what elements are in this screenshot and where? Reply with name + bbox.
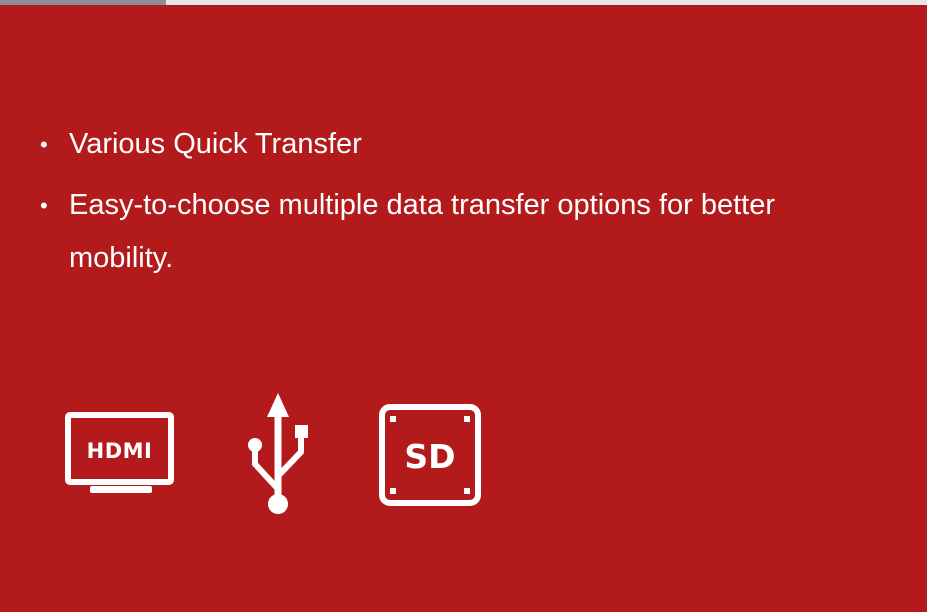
usb-icon	[248, 393, 308, 514]
feature-text: Easy-to-choose multiple data transfer op…	[69, 189, 776, 274]
feature-item-1: • Various Quick Transfer	[40, 118, 860, 171]
feature-list: • Various Quick Transfer • Easy-to-choos…	[40, 118, 860, 293]
hdmi-icon: HDMI	[65, 412, 174, 493]
bullet-icon: •	[40, 132, 48, 157]
bullet-icon: •	[40, 193, 48, 218]
feature-text: Various Quick Transfer	[69, 128, 362, 160]
top-strip-dark-segment	[0, 0, 166, 5]
feature-item-2: • Easy-to-choose multiple data transfer …	[40, 179, 860, 285]
hdmi-label: HDMI	[87, 439, 153, 463]
sd-label: SD	[404, 437, 455, 476]
sd-card-icon: SD	[379, 404, 481, 506]
